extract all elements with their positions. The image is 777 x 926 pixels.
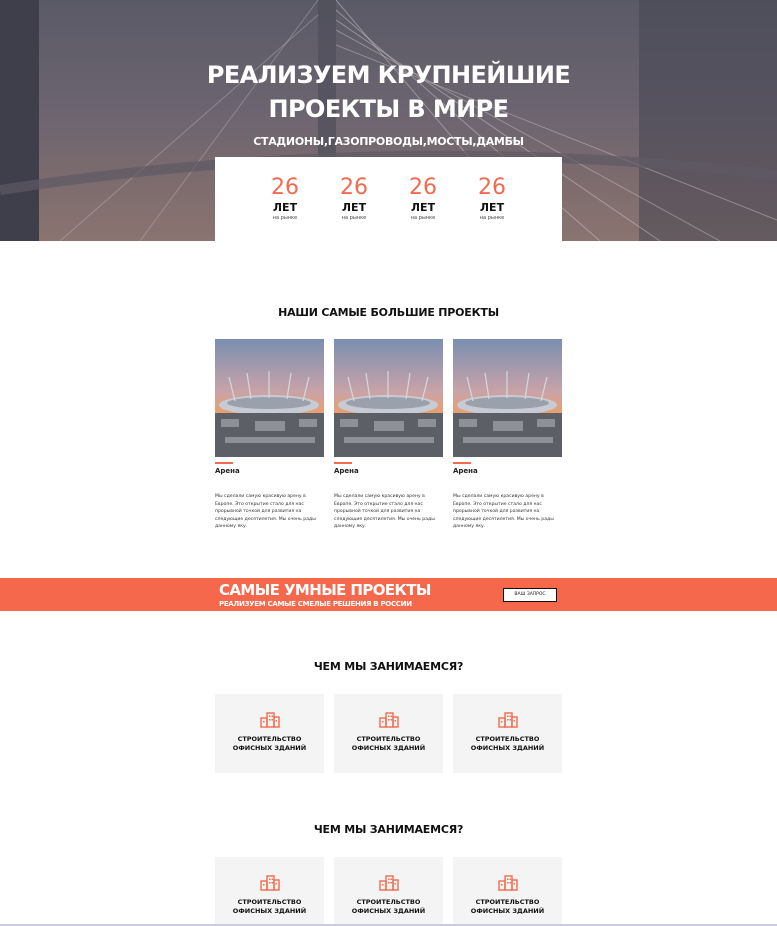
- stadium-photo: [453, 339, 562, 457]
- service-line2: ОФИСНЫХ ЗДАНИЙ: [351, 907, 426, 915]
- service-card[interactable]: СТРОИТЕЛЬСТВО ОФИСНЫХ ЗДАНИЙ: [334, 694, 443, 773]
- project-name: Арена: [215, 467, 240, 475]
- service-line1: СТРОИТЕЛЬСТВО: [475, 735, 540, 743]
- project-description: Мы сделали самую красивую арену в Европе…: [334, 494, 435, 530]
- stat-number: 26: [340, 175, 368, 200]
- service-line2: ОФИСНЫХ ЗДАНИЙ: [470, 907, 545, 915]
- projects-grid: Арена Мы сделали самую красивую арену в …: [215, 339, 562, 531]
- stat-number: 26: [271, 175, 299, 200]
- projects-title: НАШИ САМЫЕ БОЛЬШИЕ ПРОЕКТЫ: [278, 306, 499, 319]
- project-card[interactable]: Арена Мы сделали самую красивую арену в …: [453, 339, 562, 531]
- stat-item: 26 ЛЕТ на рынке: [251, 157, 320, 241]
- service-line1: СТРОИТЕЛЬСТВО: [237, 735, 302, 743]
- project-name: Арена: [453, 467, 478, 475]
- stat-item: 26 ЛЕТ на рынке: [320, 157, 389, 241]
- service-line2: ОФИСНЫХ ЗДАНИЙ: [232, 907, 307, 915]
- service-card[interactable]: СТРОИТЕЛЬСТВО ОФИСНЫХ ЗДАНИЙ: [453, 694, 562, 773]
- buildings-icon: [497, 712, 518, 728]
- stat-unit: ЛЕТ: [410, 201, 436, 214]
- service-card[interactable]: СТРОИТЕЛЬСТВО ОФИСНЫХ ЗДАНИЙ: [453, 857, 562, 926]
- promo-banner: САМЫЕ УМНЫЕ ПРОЕКТЫ РЕАЛИЗУЕМ САМЫЕ СМЕЛ…: [0, 578, 777, 611]
- service-line2: ОФИСНЫХ ЗДАНИЙ: [232, 744, 307, 752]
- banner-title: САМЫЕ УМНЫЕ ПРОЕКТЫ: [219, 581, 431, 599]
- buildings-icon: [259, 712, 280, 728]
- services-title: ЧЕМ МЫ ЗАНИМАЕМСЯ?: [313, 823, 464, 836]
- accent-bar: [453, 462, 471, 464]
- hero-title: РЕАЛИЗУЕМ КРУПНЕЙШИЕ ПРОЕКТЫ В МИРЕ: [206, 61, 571, 123]
- services-title: ЧЕМ МЫ ЗАНИМАЕМСЯ?: [313, 660, 464, 673]
- project-card[interactable]: Арена Мы сделали самую красивую арену в …: [215, 339, 324, 531]
- stat-note: на рынке: [410, 215, 436, 221]
- service-line1: СТРОИТЕЛЬСТВО: [356, 735, 421, 743]
- stat-note: на рынке: [272, 215, 298, 221]
- buildings-icon: [378, 712, 399, 728]
- stat-item: 26 ЛЕТ на рынке: [458, 157, 527, 241]
- stadium-photo: [215, 339, 324, 457]
- service-card[interactable]: СТРОИТЕЛЬСТВО ОФИСНЫХ ЗДАНИЙ: [334, 857, 443, 926]
- services-grid: СТРОИТЕЛЬСТВО ОФИСНЫХ ЗДАНИЙ СТРОИТЕЛЬСТ…: [215, 857, 562, 926]
- banner-subtitle: РЕАЛИЗУЕМ САМЫЕ СМЕЛЫЕ РЕШЕНИЯ В РОССИИ: [219, 600, 412, 608]
- request-button[interactable]: ВАШ ЗАПРОС: [503, 588, 557, 602]
- accent-bar: [215, 462, 233, 464]
- project-description: Мы сделали самую красивую арену в Европе…: [453, 494, 554, 530]
- buildings-icon: [259, 875, 280, 891]
- service-line1: СТРОИТЕЛЬСТВО: [475, 898, 540, 906]
- service-line1: СТРОИТЕЛЬСТВО: [356, 898, 421, 906]
- service-card[interactable]: СТРОИТЕЛЬСТВО ОФИСНЫХ ЗДАНИЙ: [215, 694, 324, 773]
- hero-section: РЕАЛИЗУЕМ КРУПНЕЙШИЕ ПРОЕКТЫ В МИРЕ СТАД…: [0, 0, 777, 241]
- project-name: Арена: [334, 467, 359, 475]
- project-description: Мы сделали самую красивую арену в Европе…: [215, 494, 316, 530]
- buildings-icon: [497, 875, 518, 891]
- stat-note: на рынке: [341, 215, 367, 221]
- buildings-icon: [378, 875, 399, 891]
- stat-unit: ЛЕТ: [272, 201, 298, 214]
- stat-note: на рынке: [479, 215, 505, 221]
- hero-subtitle: СТАДИОНЫ,ГАЗОПРОВОДЫ,МОСТЫ,ДАМБЫ: [253, 135, 524, 148]
- project-card[interactable]: Арена Мы сделали самую красивую арену в …: [334, 339, 443, 531]
- stat-item: 26 ЛЕТ на рынке: [389, 157, 458, 241]
- service-line2: ОФИСНЫХ ЗДАНИЙ: [470, 744, 545, 752]
- services-grid: СТРОИТЕЛЬСТВО ОФИСНЫХ ЗДАНИЙ СТРОИТЕЛЬСТ…: [215, 694, 562, 773]
- accent-bar: [334, 462, 352, 464]
- service-card[interactable]: СТРОИТЕЛЬСТВО ОФИСНЫХ ЗДАНИЙ: [215, 857, 324, 926]
- stats-panel: 26 ЛЕТ на рынке 26 ЛЕТ на рынке 26 ЛЕТ н…: [215, 157, 562, 241]
- stat-unit: ЛЕТ: [341, 201, 367, 214]
- service-line2: ОФИСНЫХ ЗДАНИЙ: [351, 744, 426, 752]
- service-line1: СТРОИТЕЛЬСТВО: [237, 898, 302, 906]
- stat-number: 26: [478, 175, 506, 200]
- stat-unit: ЛЕТ: [479, 201, 505, 214]
- stadium-photo: [334, 339, 443, 457]
- stat-number: 26: [409, 175, 437, 200]
